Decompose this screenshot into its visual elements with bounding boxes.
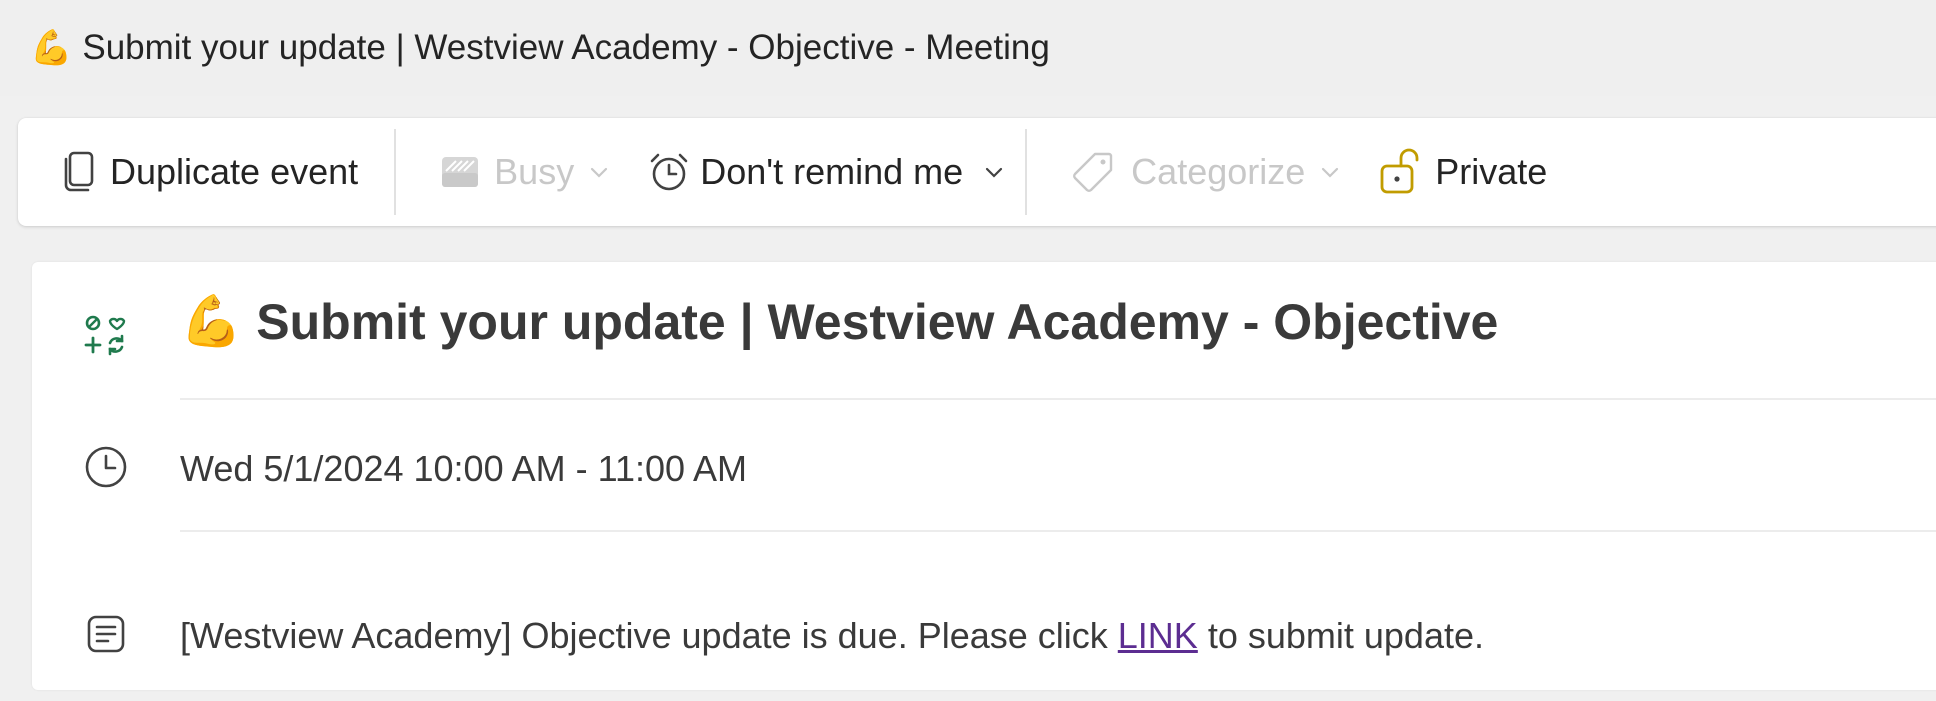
busy-status-dropdown[interactable]: Busy <box>396 118 648 226</box>
event-title[interactable]: 💪 Submit your update | Westview Academy … <box>180 292 1498 351</box>
event-details-card: 💪 Submit your update | Westview Academy … <box>32 262 1936 690</box>
event-time[interactable]: Wed 5/1/2024 10:00 AM - 11:00 AM <box>180 448 747 490</box>
flexed-biceps-emoji: 💪 <box>180 293 243 349</box>
lock-open-icon <box>1380 148 1419 194</box>
busy-status-icon <box>442 157 479 187</box>
categorize-dropdown[interactable]: Categorize <box>1027 118 1379 226</box>
description-text: [Westview Academy] Objective update is d… <box>180 615 1118 656</box>
duplicate-event-button[interactable]: Duplicate event <box>18 118 394 226</box>
event-toolbar: Duplicate event Busy Don't remind me Cat… <box>18 118 1936 226</box>
window-title: Submit your update | Westview Academy - … <box>82 28 1050 67</box>
alarm-clock-icon <box>650 153 688 191</box>
clock-icon <box>85 446 127 488</box>
reminder-label: Don't remind me <box>700 151 964 192</box>
categorize-label: Categorize <box>1131 151 1306 192</box>
tag-icon <box>1073 152 1113 192</box>
event-description: [Westview Academy] Objective update is d… <box>180 615 1484 657</box>
section-divider <box>180 398 1936 400</box>
private-label: Private <box>1435 151 1548 192</box>
description-text-end: to submit update. <box>1197 615 1484 656</box>
event-title-text: Submit your update | Westview Academy - … <box>256 293 1499 350</box>
copy-icon <box>64 151 94 192</box>
chevron-down-icon <box>591 167 608 178</box>
submit-update-link[interactable]: LINK <box>1118 615 1198 656</box>
busy-status-label: Busy <box>494 151 575 192</box>
section-divider <box>180 530 1936 532</box>
reminder-dropdown[interactable]: Don't remind me <box>648 118 1025 226</box>
flexed-biceps-emoji: 💪 <box>30 29 73 67</box>
private-toggle-button[interactable]: Private <box>1379 118 1547 226</box>
notes-icon <box>87 615 125 653</box>
window-title-bar: 💪 Submit your update | Westview Academy … <box>0 0 1936 96</box>
app-grid-icon <box>84 315 126 356</box>
chevron-down-icon <box>1322 167 1339 178</box>
duplicate-event-label: Duplicate event <box>110 151 359 192</box>
chevron-down-icon <box>986 167 1003 178</box>
